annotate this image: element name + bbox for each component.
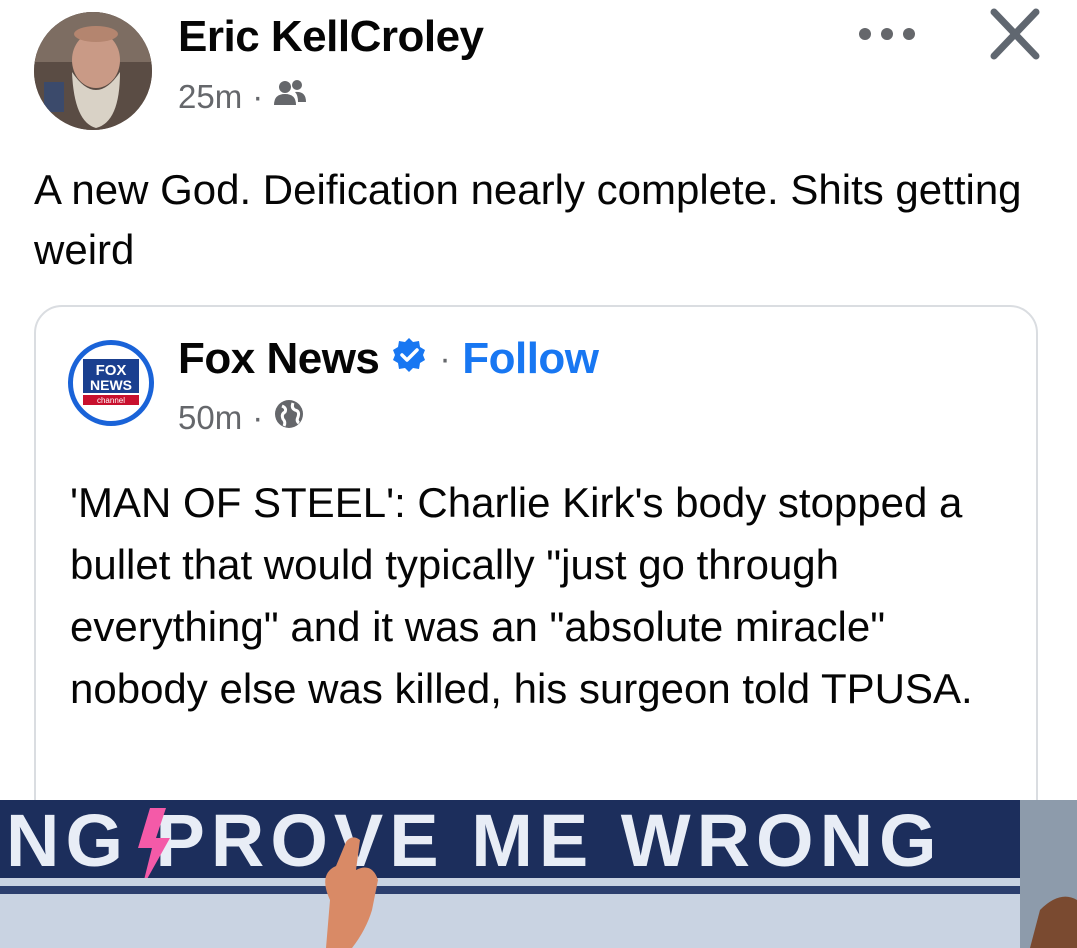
page-name[interactable]: Fox News (178, 334, 380, 384)
shared-post-text: 'MAN OF STEEL': Charlie Kirk's body stop… (70, 479, 973, 712)
shared-post-photo[interactable]: NG PROVE ME WRONG (0, 800, 1077, 948)
follow-button[interactable]: Follow (462, 334, 599, 384)
fox-news-logo[interactable]: FOX NEWS channel (68, 340, 154, 426)
more-options-icon[interactable] (856, 14, 918, 54)
header-separator: · (439, 339, 451, 378)
close-icon[interactable] (984, 6, 1046, 62)
shared-page-header: Fox News · Follow (178, 334, 599, 384)
globe-icon (273, 398, 305, 438)
meta-separator: · (252, 78, 264, 115)
meta-separator: · (252, 399, 264, 436)
author-avatar[interactable] (34, 12, 152, 130)
post-text: A new God. Deification nearly complete. … (34, 166, 1022, 273)
shared-post-meta: 50m · (178, 398, 305, 438)
logo-line2: NEWS (90, 377, 132, 393)
post-time[interactable]: 25m (178, 78, 242, 116)
friends-icon (273, 78, 307, 116)
author-name[interactable]: Eric KellCroley (178, 12, 484, 62)
verified-badge-icon (391, 334, 427, 384)
shared-post-time[interactable]: 50m (178, 399, 242, 437)
logo-line3: channel (97, 396, 125, 405)
post-meta: 25m · (178, 78, 307, 116)
